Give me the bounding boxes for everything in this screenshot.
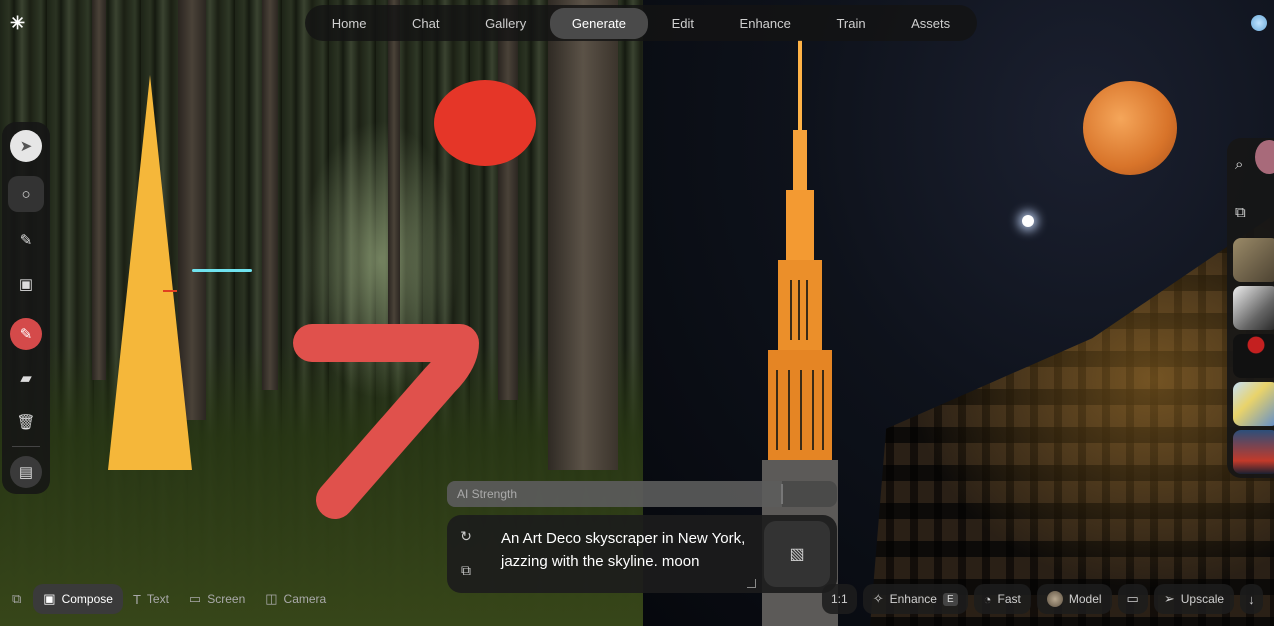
compose-icon: ▣ bbox=[43, 591, 56, 606]
tree-trunk bbox=[548, 0, 618, 470]
download-icon: ↓ bbox=[1248, 591, 1255, 607]
top-navigation: Home Chat Gallery Generate Edit Enhance … bbox=[305, 5, 977, 41]
prompt-input[interactable]: An Art Deco skyscraper in New York, jazz… bbox=[501, 527, 759, 573]
save-button[interactable]: ▭ bbox=[1117, 584, 1148, 614]
prompt-box: ↻ ⧉ An Art Deco skyscraper in New York, … bbox=[447, 515, 837, 593]
assets-side-panel: ⌕ ⧉ bbox=[1227, 138, 1274, 478]
drawing-toolbar: ➤ ○ ✎ ▣ ✎ ▰ 🗑 ▤ bbox=[2, 122, 50, 494]
toolbar-divider bbox=[12, 446, 40, 447]
bottom-action-bar: 1:1 ✧ Enhance E ◔ Fast Model ▭ ➢ Upscale… bbox=[822, 584, 1263, 614]
camera-tab[interactable]: ◫ Camera bbox=[255, 584, 336, 614]
text-label: Text bbox=[146, 592, 169, 606]
image-add-icon[interactable]: ▣ bbox=[10, 268, 42, 300]
drawn-red-circle-shape[interactable] bbox=[434, 80, 536, 166]
screen-label: Screen bbox=[207, 592, 246, 606]
enhance-button[interactable]: ✧ Enhance E bbox=[862, 584, 968, 614]
aspect-ratio-button[interactable]: 1:1 bbox=[822, 584, 857, 614]
brush-icon[interactable]: ✎ bbox=[10, 224, 42, 256]
screen-tab[interactable]: ▭ Screen bbox=[179, 584, 255, 614]
asset-thumbnail[interactable] bbox=[1233, 382, 1274, 426]
text-tab[interactable]: T Text bbox=[123, 584, 179, 614]
tree-trunk bbox=[92, 0, 106, 380]
asset-thumbnail[interactable] bbox=[1233, 238, 1274, 282]
ai-strength-handle[interactable] bbox=[781, 484, 784, 504]
text-icon: T bbox=[132, 591, 141, 607]
model-button[interactable]: Model bbox=[1036, 584, 1112, 614]
asset-thumbnail[interactable] bbox=[1233, 286, 1274, 330]
panel-avatar[interactable] bbox=[1255, 140, 1274, 174]
nav-gallery[interactable]: Gallery bbox=[463, 8, 548, 39]
profile-avatar[interactable] bbox=[1251, 15, 1267, 31]
nav-train[interactable]: Train bbox=[814, 8, 887, 39]
app-logo-icon[interactable]: ✳ bbox=[10, 14, 28, 32]
tree-trunk bbox=[178, 0, 206, 420]
circle-shape-icon[interactable]: ○ bbox=[8, 176, 44, 212]
nav-chat[interactable]: Chat bbox=[390, 8, 461, 39]
aspect-ratio-label: 1:1 bbox=[831, 592, 848, 606]
camera-icon: ◫ bbox=[265, 591, 278, 606]
color-picker-icon[interactable]: ✎ bbox=[10, 318, 42, 350]
nav-edit[interactable]: Edit bbox=[650, 8, 716, 39]
image-prompt-icon: ▧ bbox=[789, 546, 805, 563]
trash-icon[interactable]: 🗑 bbox=[10, 406, 42, 438]
asset-thumbnail[interactable] bbox=[1233, 334, 1274, 378]
save-icon: ▭ bbox=[1126, 591, 1139, 606]
compose-label: Compose bbox=[61, 592, 113, 606]
camera-label: Camera bbox=[283, 592, 327, 606]
drawn-red-dash[interactable] bbox=[163, 290, 177, 292]
screen-icon: ▭ bbox=[188, 591, 202, 606]
upscale-icon: ➢ bbox=[1163, 591, 1175, 606]
upscale-button[interactable]: ➢ Upscale bbox=[1153, 584, 1235, 614]
search-icon[interactable]: ⌕ bbox=[1235, 156, 1255, 176]
enhance-shortcut: E bbox=[942, 592, 958, 606]
nav-assets[interactable]: Assets bbox=[889, 8, 972, 39]
shapes-toggle-icon[interactable]: ⧉ bbox=[455, 559, 477, 581]
nav-enhance[interactable]: Enhance bbox=[718, 8, 813, 39]
enhance-label: Enhance bbox=[889, 592, 937, 606]
star-glow bbox=[1022, 215, 1034, 227]
select-cursor-icon[interactable]: ➤ bbox=[10, 130, 42, 162]
download-button[interactable]: ↓ bbox=[1240, 584, 1263, 614]
nav-generate[interactable]: Generate bbox=[549, 7, 649, 39]
shapes-icon[interactable]: ⧉ bbox=[1235, 204, 1255, 224]
ai-strength-slider[interactable]: AI Strength bbox=[447, 481, 837, 507]
bottom-mode-bar: ⧉ ▣ Compose T Text ▭ Screen ◫ Camera bbox=[6, 584, 336, 614]
tree-trunk bbox=[262, 0, 278, 390]
sparkle-icon: ✧ bbox=[872, 591, 884, 606]
tree-trunk bbox=[498, 0, 518, 400]
fast-mode-button[interactable]: ◔ Fast bbox=[973, 584, 1031, 614]
canvas-image-icon[interactable]: ▤ bbox=[10, 456, 42, 488]
moon-illustration bbox=[1083, 81, 1177, 175]
layers-button[interactable]: ⧉ bbox=[6, 584, 27, 614]
speed-icon: ◔ bbox=[983, 591, 992, 607]
model-label: Model bbox=[1068, 592, 1102, 606]
ai-strength-label: AI Strength bbox=[457, 487, 518, 501]
asset-thumbnail[interactable] bbox=[1233, 430, 1274, 474]
layers-icon: ⧉ bbox=[12, 591, 22, 606]
fast-label: Fast bbox=[997, 592, 1021, 606]
compose-tab[interactable]: ▣ Compose bbox=[33, 584, 123, 614]
image-prompt-button[interactable]: ▧ bbox=[764, 521, 830, 587]
drawn-cyan-line[interactable] bbox=[192, 269, 252, 272]
eraser-icon[interactable]: ▰ bbox=[10, 362, 42, 394]
tree-trunk bbox=[388, 0, 400, 360]
resize-handle-icon[interactable] bbox=[747, 579, 756, 588]
upscale-label: Upscale bbox=[1180, 592, 1225, 606]
reset-icon[interactable]: ↻ bbox=[455, 525, 477, 547]
model-avatar bbox=[1046, 591, 1063, 607]
nav-home[interactable]: Home bbox=[310, 8, 389, 39]
